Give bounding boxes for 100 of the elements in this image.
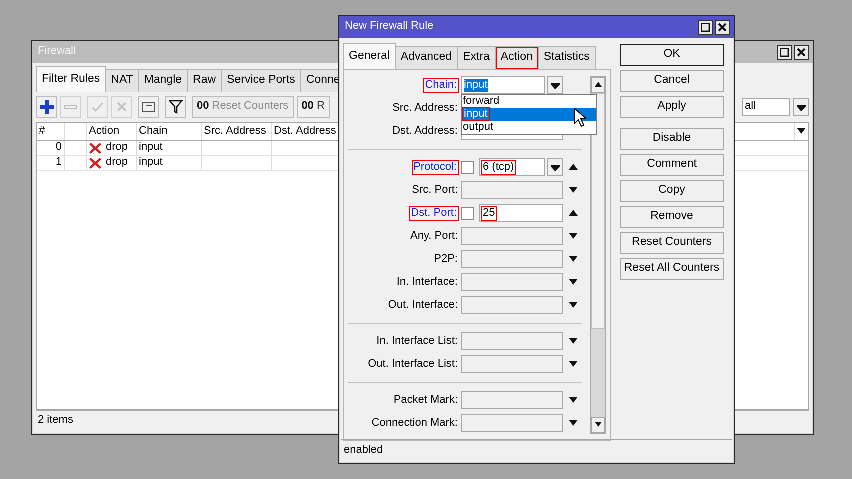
field-label: Out. Interface List: — [368, 358, 458, 371]
note-icon — [142, 100, 156, 114]
x-mark-icon — [89, 142, 102, 154]
collapse-arrow-icon[interactable] — [568, 210, 578, 216]
collapse-arrow-icon[interactable] — [568, 164, 578, 170]
expand-arrow-icon[interactable] — [568, 233, 578, 240]
action-button[interactable]: Copy — [620, 180, 724, 202]
dropdown-button[interactable] — [547, 158, 563, 176]
text-field[interactable]: 25 — [479, 204, 563, 222]
text-field[interactable] — [461, 227, 563, 246]
expand-arrow-icon[interactable] — [568, 397, 578, 404]
field-label: Packet Mark: — [394, 394, 458, 407]
action-button[interactable]: Disable — [620, 128, 724, 150]
dialog-button[interactable]: Cancel — [620, 70, 724, 92]
text-field[interactable]: 6 (tcp) — [479, 158, 545, 176]
text-field[interactable] — [461, 296, 563, 314]
field-label: Any. Port: — [410, 230, 458, 243]
field-label: In. Interface: — [396, 276, 458, 289]
expand-arrow-icon[interactable] — [568, 361, 578, 368]
table-cell: input — [137, 156, 202, 170]
dropdown-button[interactable] — [547, 76, 563, 94]
table-cell: drop — [106, 141, 128, 154]
expand-arrow-icon[interactable] — [568, 302, 578, 308]
status-text: 2 items — [38, 414, 74, 428]
tab[interactable]: Statistics — [538, 46, 596, 69]
check-icon — [90, 100, 104, 114]
close-button[interactable] — [715, 20, 730, 34]
dropdown-button[interactable] — [793, 98, 809, 116]
column-header[interactable]: Src. Address — [202, 122, 272, 140]
column-header[interactable]: Chain — [137, 122, 202, 140]
x-mark-icon — [89, 156, 102, 169]
scroll-up-button[interactable] — [591, 76, 605, 93]
expand-arrow-icon[interactable] — [568, 187, 578, 194]
scrollbar[interactable] — [590, 76, 606, 434]
tab[interactable]: General — [343, 43, 396, 69]
dropdown-icon — [550, 81, 560, 90]
table-cell: 1 — [37, 156, 65, 170]
tab[interactable]: Filter Rules — [36, 66, 106, 92]
field-label: Src. Port: — [412, 184, 458, 197]
plus-icon — [40, 100, 54, 114]
dropdown-option[interactable]: forward — [462, 95, 596, 108]
negate-checkbox[interactable] — [461, 206, 474, 220]
table-cell: drop — [106, 156, 128, 170]
tab[interactable]: NAT — [105, 69, 140, 92]
tab[interactable]: Advanced — [394, 46, 458, 69]
scroll-down-button[interactable] — [591, 416, 605, 433]
down-arrow-icon — [594, 422, 602, 428]
window-title: New Firewall Rule — [345, 20, 434, 34]
field-label: Protocol: — [412, 160, 458, 174]
tab[interactable]: Extra — [457, 46, 496, 69]
tab[interactable]: Service Ports — [221, 69, 302, 92]
text-field[interactable] — [461, 355, 563, 374]
column-header[interactable]: Action — [87, 122, 137, 140]
maximize-button[interactable] — [777, 44, 792, 60]
filter-button[interactable] — [165, 96, 186, 118]
dropdown-icon — [550, 163, 560, 172]
field-label: P2P: — [434, 252, 458, 266]
plus-button[interactable] — [36, 96, 57, 118]
expand-arrow-icon[interactable] — [568, 420, 578, 426]
field-label: Dst. Port: — [410, 206, 458, 220]
dialog-button[interactable]: Apply — [620, 96, 724, 118]
tab[interactable]: Mangle — [138, 69, 188, 92]
maximize-icon — [780, 48, 789, 56]
text-field[interactable] — [461, 250, 563, 268]
close-icon — [797, 48, 806, 56]
reset-button[interactable]: 00 R — [296, 96, 330, 118]
tab[interactable]: Raw — [187, 69, 222, 92]
negate-checkbox[interactable] — [461, 160, 474, 174]
field-label: Out. Interface: — [388, 298, 458, 312]
text-field[interactable] — [461, 181, 563, 200]
close-button[interactable] — [794, 44, 809, 60]
dropdown-option[interactable]: input — [462, 108, 596, 122]
close-icon — [718, 22, 727, 32]
column-header[interactable]: # — [37, 122, 65, 140]
dialog-button[interactable]: OK — [620, 44, 724, 66]
maximize-button[interactable] — [698, 20, 713, 34]
note-button[interactable] — [138, 96, 159, 118]
text-field[interactable] — [461, 273, 563, 292]
chain-field[interactable]: input — [461, 76, 545, 94]
expand-arrow-icon[interactable] — [568, 256, 578, 262]
action-button[interactable]: Reset Counters — [620, 232, 724, 254]
dropdown-option[interactable]: output — [462, 121, 596, 134]
action-button[interactable]: Remove — [620, 206, 724, 228]
window-title: Firewall — [38, 45, 76, 59]
action-button[interactable]: Reset All Counters — [620, 258, 724, 280]
status-text: enabled — [344, 444, 384, 458]
text-field[interactable] — [461, 391, 563, 410]
expand-arrow-icon[interactable] — [568, 279, 578, 286]
action-button[interactable]: Comment — [620, 154, 724, 176]
maximize-icon — [701, 22, 710, 32]
text-field[interactable] — [461, 414, 563, 432]
expand-arrow-icon[interactable] — [568, 338, 578, 344]
field-label: Dst. Address: — [392, 124, 458, 138]
text-field[interactable] — [461, 332, 563, 350]
cross-icon — [114, 100, 128, 114]
field-label: In. Interface List: — [376, 334, 458, 348]
field-label: Chain: — [424, 78, 458, 92]
filter-field[interactable]: all — [742, 98, 790, 116]
tab[interactable]: Action — [494, 46, 539, 69]
scrollbar-thumb[interactable] — [591, 92, 605, 329]
